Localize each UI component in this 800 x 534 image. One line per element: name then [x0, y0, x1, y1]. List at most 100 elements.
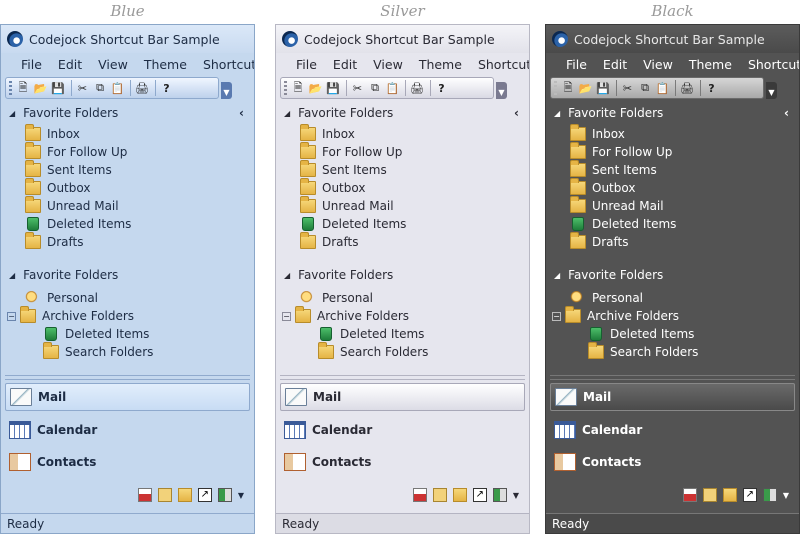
toolbar-grip[interactable] [284, 81, 287, 95]
help-icon[interactable]: ? [159, 80, 175, 96]
shortcuts-icon[interactable]: ↗ [472, 488, 487, 502]
open-icon[interactable]: 📂 [308, 80, 324, 96]
menu-view[interactable]: View [635, 57, 681, 72]
tree-expander-icon[interactable]: − [282, 311, 291, 321]
folder-for-follow-up[interactable]: For Follow Up [300, 142, 529, 161]
nav-contacts[interactable]: Contacts [5, 448, 250, 476]
collapse-pane-icon[interactable]: ‹ [514, 106, 519, 120]
folder-deleted-items[interactable]: Deleted Items [25, 215, 254, 233]
menu-view[interactable]: View [365, 57, 411, 72]
open-icon[interactable]: 📂 [33, 80, 49, 96]
paste-icon[interactable]: 📋 [655, 80, 671, 96]
folder-archive[interactable]: − Archive Folders [546, 306, 799, 325]
collapse-triangle-icon[interactable]: ◢ [9, 271, 15, 280]
nav-mail[interactable]: Mail [550, 383, 795, 411]
pane-splitter[interactable] [5, 375, 250, 380]
menu-theme[interactable]: Theme [411, 57, 470, 72]
folder-inbox[interactable]: Inbox [300, 124, 529, 143]
new-icon[interactable]: 🗎 [560, 80, 576, 96]
menu-edit[interactable]: Edit [50, 57, 90, 72]
collapse-triangle-icon[interactable]: ◢ [284, 271, 290, 280]
toolbar-grip[interactable] [9, 81, 12, 95]
copy-icon[interactable]: ⧉ [92, 80, 108, 96]
nav-calendar[interactable]: Calendar [550, 416, 795, 444]
folder-outbox[interactable]: Outbox [25, 178, 254, 197]
folder-unread-mail[interactable]: Unread Mail [570, 196, 799, 215]
toolbar-options-chevron-icon[interactable]: ▼ [766, 82, 777, 99]
journal-icon[interactable] [217, 488, 232, 502]
copy-icon[interactable]: ⧉ [637, 80, 653, 96]
folder-for-follow-up[interactable]: For Follow Up [570, 142, 799, 161]
new-icon[interactable]: 🗎 [290, 80, 306, 96]
folder-unread-mail[interactable]: Unread Mail [25, 196, 254, 215]
copy-icon[interactable]: ⧉ [367, 80, 383, 96]
folder-archive-deleted-items[interactable]: Deleted Items [546, 325, 799, 343]
toolbar-options-chevron-icon[interactable]: ▼ [221, 82, 232, 99]
shortcuts-icon[interactable]: ↗ [197, 488, 212, 502]
nav-contacts[interactable]: Contacts [550, 448, 795, 476]
folder-unread-mail[interactable]: Unread Mail [300, 196, 529, 215]
journal-icon[interactable] [762, 488, 777, 502]
folder-archive[interactable]: − Archive Folders [276, 306, 529, 325]
folder-deleted-items[interactable]: Deleted Items [300, 215, 529, 233]
folder-for-follow-up[interactable]: For Follow Up [25, 142, 254, 161]
menu-edit[interactable]: Edit [325, 57, 365, 72]
notes-icon[interactable] [432, 488, 447, 502]
tasks-icon[interactable] [137, 488, 152, 502]
menu-file[interactable]: File [288, 57, 325, 72]
menu-shortcutbar[interactable]: ShortcutBar [740, 57, 799, 72]
menu-view[interactable]: View [90, 57, 136, 72]
collapse-triangle-icon[interactable]: ◢ [9, 109, 15, 118]
new-icon[interactable]: 🗎 [15, 80, 31, 96]
cut-icon[interactable]: ✂ [620, 80, 636, 96]
notes-icon[interactable] [157, 488, 172, 502]
print-icon[interactable]: 🖨 [409, 80, 425, 96]
group-header-favorites-2[interactable]: ◢ Favorite Folders [546, 265, 799, 285]
pane-splitter[interactable] [280, 375, 525, 380]
folder-archive-deleted-items[interactable]: Deleted Items [276, 325, 529, 343]
folder-sent-items[interactable]: Sent Items [25, 160, 254, 179]
nav-mail[interactable]: Mail [5, 383, 250, 411]
folder-outbox[interactable]: Outbox [300, 178, 529, 197]
menu-theme[interactable]: Theme [136, 57, 195, 72]
group-header-favorites[interactable]: ◢ Favorite Folders ‹ [1, 103, 254, 123]
open-icon[interactable]: 📂 [578, 80, 594, 96]
collapse-pane-icon[interactable]: ‹ [784, 106, 789, 120]
configure-chevron-icon[interactable]: ▼ [238, 491, 244, 500]
folder-search-folders[interactable]: Search Folders [276, 342, 529, 361]
paste-icon[interactable]: 📋 [110, 80, 126, 96]
configure-chevron-icon[interactable]: ▼ [513, 491, 519, 500]
folder-search-folders[interactable]: Search Folders [546, 342, 799, 361]
folder-sent-items[interactable]: Sent Items [300, 160, 529, 179]
toolbar-grip[interactable] [554, 81, 557, 95]
collapse-triangle-icon[interactable]: ◢ [284, 109, 290, 118]
folder-list-icon[interactable] [177, 488, 192, 502]
group-header-favorites-2[interactable]: ◢ Favorite Folders [1, 265, 254, 285]
folder-list-icon[interactable] [722, 488, 737, 502]
menu-shortcutbar[interactable]: ShortcutBar [195, 57, 254, 72]
help-icon[interactable]: ? [434, 80, 450, 96]
print-icon[interactable]: 🖨 [679, 80, 695, 96]
collapse-pane-icon[interactable]: ‹ [239, 106, 244, 120]
folder-search-folders[interactable]: Search Folders [1, 342, 254, 361]
folder-deleted-items[interactable]: Deleted Items [570, 215, 799, 233]
folder-drafts[interactable]: Drafts [300, 232, 529, 251]
pane-splitter[interactable] [550, 375, 795, 380]
folder-personal[interactable]: Personal [276, 289, 529, 307]
tasks-icon[interactable] [412, 488, 427, 502]
shortcuts-icon[interactable]: ↗ [742, 488, 757, 502]
configure-chevron-icon[interactable]: ▼ [783, 491, 789, 500]
save-icon[interactable]: 💾 [50, 80, 66, 96]
save-icon[interactable]: 💾 [595, 80, 611, 96]
help-icon[interactable]: ? [704, 80, 720, 96]
nav-calendar[interactable]: Calendar [5, 416, 250, 444]
collapse-triangle-icon[interactable]: ◢ [554, 109, 560, 118]
tasks-icon[interactable] [682, 488, 697, 502]
folder-drafts[interactable]: Drafts [25, 232, 254, 251]
group-header-favorites[interactable]: ◢ Favorite Folders ‹ [276, 103, 529, 123]
menu-shortcutbar[interactable]: ShortcutBar [470, 57, 529, 72]
group-header-favorites-2[interactable]: ◢ Favorite Folders [276, 265, 529, 285]
folder-drafts[interactable]: Drafts [570, 232, 799, 251]
save-icon[interactable]: 💾 [325, 80, 341, 96]
group-header-favorites[interactable]: ◢ Favorite Folders ‹ [546, 103, 799, 123]
